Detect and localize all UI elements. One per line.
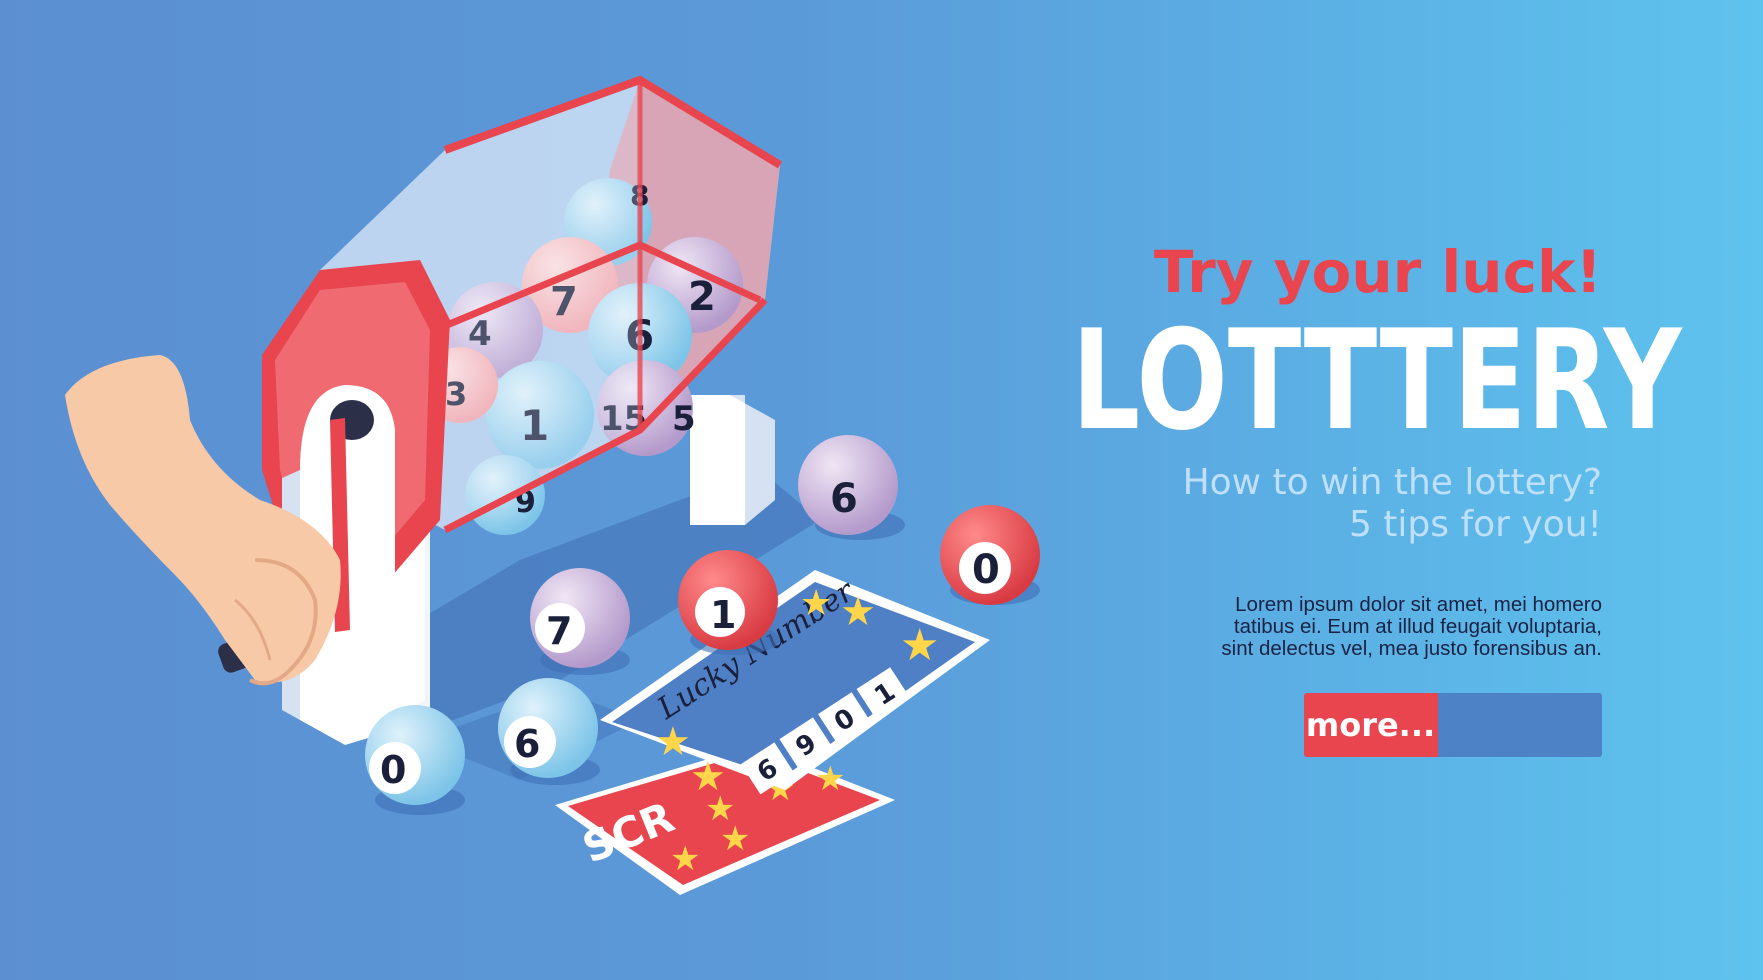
body-line: Lorem ipsum dolor sit amet, mei homero xyxy=(1235,593,1602,616)
star-icon: ★ xyxy=(655,719,691,765)
floor-ball-number: 6 xyxy=(514,722,540,766)
floor-ball-number: 6 xyxy=(830,476,858,522)
star-icon: ★ xyxy=(840,589,876,635)
page-title: LOTTTERY xyxy=(1071,300,1682,461)
drum-ball-number: 5 xyxy=(672,399,696,439)
tagline: Try your luck! xyxy=(1153,238,1602,306)
star-icon: ★ xyxy=(690,754,726,800)
more-button[interactable]: more... xyxy=(1304,693,1602,757)
subtitle: How to win the lottery? 5 tips for you! xyxy=(922,462,1602,546)
star-icon: ★ xyxy=(800,583,832,624)
more-button-label: more... xyxy=(1305,706,1436,744)
body-text: Lorem ipsum dolor sit amet, mei homero t… xyxy=(1122,594,1602,660)
body-line: sint delectus vel, mea justo forensibus … xyxy=(1221,637,1602,660)
star-icon: ★ xyxy=(815,759,845,799)
star-icon: ★ xyxy=(720,819,750,859)
subtitle-line: 5 tips for you! xyxy=(1348,504,1602,545)
floor-ball-number: 7 xyxy=(546,609,572,653)
subtitle-line: How to win the lottery? xyxy=(1182,462,1602,503)
promo-text-block: Try your luck! LOTTTERY How to win the l… xyxy=(922,238,1682,660)
floor-ball-number: 0 xyxy=(380,748,406,792)
star-icon: ★ xyxy=(670,839,700,879)
floor-ball-number: 1 xyxy=(710,593,736,637)
body-line: tatibus ei. Eum at illud feugait volupta… xyxy=(1233,615,1602,638)
